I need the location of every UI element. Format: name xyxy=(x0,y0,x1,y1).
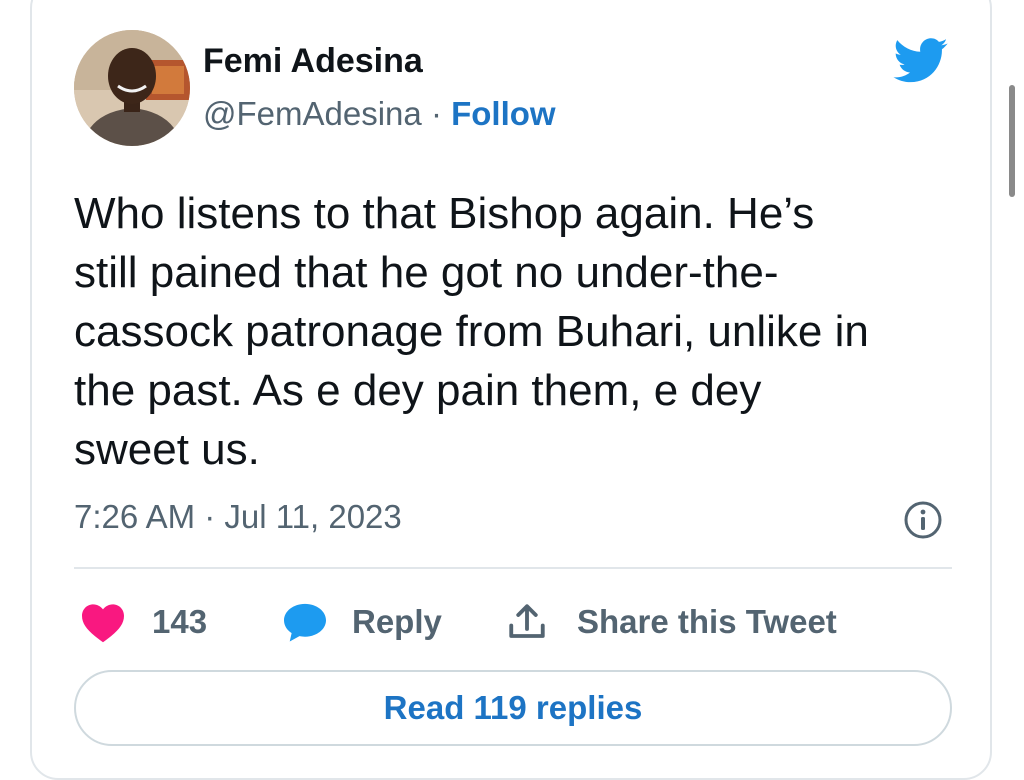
author-handle-row: @FemAdesina · Follow xyxy=(203,95,556,133)
speech-bubble-icon xyxy=(284,603,326,642)
heart-icon xyxy=(82,604,124,643)
tweet-text-line: cassock patronage from Buhari, unlike in xyxy=(74,307,869,356)
follow-button[interactable]: Follow xyxy=(451,95,555,132)
tweet-text-line: the past. As e dey pain them, e dey xyxy=(74,366,762,415)
twitter-bird-icon[interactable] xyxy=(893,38,949,84)
like-button[interactable]: 143 xyxy=(80,598,207,646)
tweet-timestamp[interactable]: 7:26 AM · Jul 11, 2023 xyxy=(74,498,402,536)
info-icon[interactable] xyxy=(903,500,943,540)
handle-separator: · xyxy=(430,95,442,132)
tweet-text-line: still pained that he got no under-the- xyxy=(74,248,779,297)
share-label: Share this Tweet xyxy=(577,603,837,640)
share-button[interactable]: Share this Tweet xyxy=(505,598,837,646)
author-name[interactable]: Femi Adesina xyxy=(203,42,423,81)
tweet-text-line: sweet us. xyxy=(74,425,260,474)
scrollbar[interactable] xyxy=(1009,85,1015,197)
avatar[interactable] xyxy=(74,30,190,146)
reply-button[interactable]: Reply xyxy=(282,598,442,646)
read-replies-button[interactable]: Read 119 replies xyxy=(74,670,952,746)
divider xyxy=(74,567,952,569)
tweet-text-line: Who listens to that Bishop again. He’s xyxy=(74,189,815,238)
author-handle[interactable]: @FemAdesina xyxy=(203,95,422,132)
share-upload-icon xyxy=(509,604,545,638)
reply-label: Reply xyxy=(352,603,442,640)
like-count: 143 xyxy=(152,603,208,640)
tweet-text: Who listens to that Bishop again. He’s s… xyxy=(74,184,964,479)
